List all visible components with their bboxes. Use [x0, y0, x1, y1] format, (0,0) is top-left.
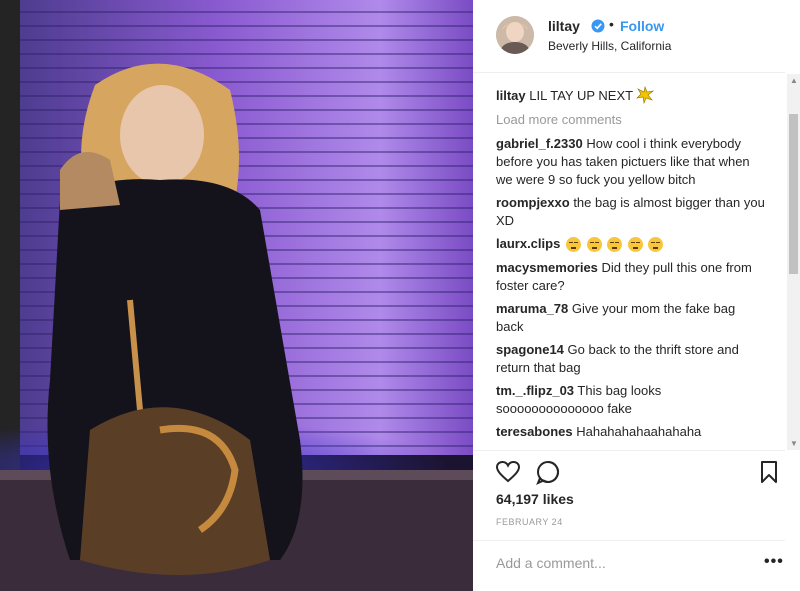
comment-username[interactable]: teresabones	[496, 424, 573, 439]
comment-item: tm._.flipz_03 This bag looks soooooooooo…	[496, 382, 766, 418]
comment-text: Hahahahahaahahaha	[576, 423, 702, 439]
unamused-face-icon	[648, 236, 664, 252]
comments-scrollbar[interactable]: ▲ ▼	[787, 74, 800, 450]
comment-item: spagone14 Go back to the thrift store an…	[496, 341, 766, 377]
unamused-face-icon	[627, 236, 643, 252]
scrollbar-thumb[interactable]	[789, 114, 798, 274]
comment-username[interactable]: spagone14	[496, 342, 564, 357]
comment-input-divider	[473, 540, 785, 541]
post-image	[0, 0, 473, 591]
caption-username[interactable]: liltay	[496, 88, 526, 103]
comment-username[interactable]: gabriel_f.2330	[496, 136, 583, 151]
follow-button[interactable]: Follow	[620, 18, 664, 34]
heart-icon[interactable]	[495, 459, 521, 485]
post-photo[interactable]	[0, 0, 473, 591]
more-options-button[interactable]: •••	[764, 553, 784, 571]
unamused-face-icon	[586, 236, 602, 252]
sparkle-icon	[636, 86, 655, 105]
comment-username[interactable]: tm._.flipz_03	[496, 383, 574, 398]
post-location[interactable]: Beverly Hills, California	[548, 39, 671, 53]
comment-item: maruma_78 Give your mom the fake bag bac…	[496, 300, 766, 336]
verified-badge-icon	[591, 19, 605, 33]
post-username[interactable]: liltay	[548, 18, 580, 34]
comment-emoji-row	[564, 236, 664, 254]
add-comment-input[interactable]: Add a comment...	[496, 555, 606, 571]
comment-username[interactable]: macysmemories	[496, 260, 598, 275]
comment-username[interactable]: laurx.clips	[496, 236, 560, 251]
actions-divider	[473, 450, 785, 451]
post-caption: liltay LIL TAY UP NEXT	[496, 86, 766, 105]
comment-item: macysmemories Did they pull this one fro…	[496, 259, 766, 295]
comment-item: roompjexxo the bag is almost bigger than…	[496, 194, 766, 230]
comments-list: liltay LIL TAY UP NEXT Load more comment…	[496, 86, 766, 448]
caption-text: LIL TAY UP NEXT	[529, 88, 633, 103]
comment-item: gabriel_f.2330 How cool i think everybod…	[496, 135, 766, 189]
scroll-up-arrow-icon[interactable]: ▲	[790, 76, 798, 85]
unamused-face-icon	[565, 236, 581, 252]
comment-item: laurx.clips	[496, 235, 766, 254]
separator-dot: •	[609, 16, 614, 32]
comment-item: teresabones Hahahahahaahahaha	[496, 423, 766, 441]
comment-bubble-icon[interactable]	[535, 459, 561, 485]
bookmark-icon[interactable]	[756, 459, 782, 485]
comment-username[interactable]: roompjexxo	[496, 195, 570, 210]
avatar[interactable]	[496, 16, 534, 54]
unamused-face-icon	[607, 236, 623, 252]
comment-username[interactable]: maruma_78	[496, 301, 568, 316]
post-date[interactable]: FEBRUARY 24	[496, 517, 563, 527]
scroll-down-arrow-icon[interactable]: ▼	[790, 439, 798, 448]
likes-count[interactable]: 64,197 likes	[496, 491, 574, 507]
post-header: liltay • Follow Beverly Hills, Californi…	[473, 0, 785, 73]
load-more-comments[interactable]: Load more comments	[496, 111, 766, 129]
